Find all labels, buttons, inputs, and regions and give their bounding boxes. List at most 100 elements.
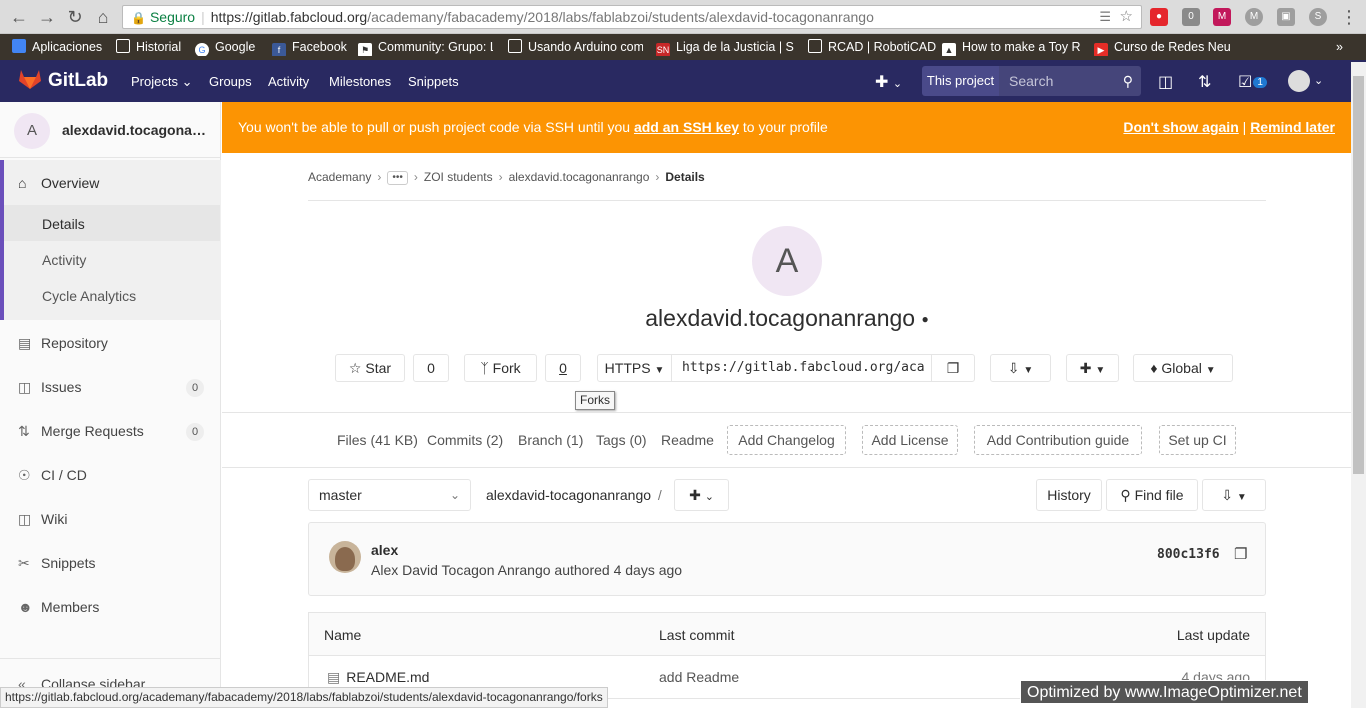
file-link[interactable]: ▤ README.md <box>327 669 429 686</box>
branch-stat-link[interactable]: Branch (1) <box>518 432 583 448</box>
camera-icon[interactable]: ▣ <box>1277 8 1295 26</box>
avatar[interactable] <box>329 541 361 573</box>
bookmark-item[interactable]: G Google <box>195 38 255 56</box>
search-icon: ⚲ <box>1122 73 1133 89</box>
find-file-button[interactable]: ⚲ Find file <box>1106 479 1198 511</box>
address-bar[interactable]: 🔒 Seguro | https://gitlab.fabcloud.org/acad… <box>122 5 1142 29</box>
branch-select[interactable]: master ⌄ <box>308 479 471 511</box>
commit-sha[interactable]: 800c13f6 <box>1157 547 1220 562</box>
user-avatar[interactable] <box>1288 70 1310 92</box>
setup-ci-button[interactable]: Set up CI <box>1159 425 1236 455</box>
add-changelog-button[interactable]: Add Changelog <box>727 425 846 455</box>
search-scope[interactable]: This project <box>922 66 999 96</box>
commits-stat-link[interactable]: Commits (2) <box>427 432 503 448</box>
bookmark-item[interactable]: Historial <box>116 38 181 56</box>
add-contribution-guide-button[interactable]: Add Contribution guide <box>974 425 1142 455</box>
translate-icon[interactable]: ☰ <box>1099 6 1111 28</box>
search-input[interactable]: Search ⚲ <box>999 66 1141 96</box>
mega-icon[interactable]: M <box>1213 8 1231 26</box>
clone-url-input[interactable]: https://gitlab.fabcloud.org/aca <box>671 354 932 382</box>
bookmark-item[interactable]: f Facebook <box>272 38 347 56</box>
file-last-commit[interactable]: add Readme <box>659 669 739 685</box>
sidebar-item-merge-requests[interactable]: ⇅ Merge Requests <box>18 423 144 440</box>
sidebar-item-activity[interactable]: Activity <box>42 252 86 268</box>
reload-icon[interactable]: ↻ <box>64 6 86 28</box>
sidebar-item-wiki[interactable]: ◫ Wiki <box>18 511 67 528</box>
clone-protocol-dropdown[interactable]: HTTPS ▼ <box>597 354 672 382</box>
add-file-dropdown[interactable]: ✚ ⌄ <box>674 479 729 511</box>
merge-icon: ⇅ <box>18 423 30 439</box>
users-icon: ☻ <box>18 599 33 615</box>
sidebar-item-details[interactable]: Details <box>42 216 85 232</box>
menu-icon[interactable]: ⋮ <box>1338 6 1360 28</box>
remind-later-link[interactable]: Remind later <box>1250 119 1335 135</box>
issues-nav-icon[interactable]: ◫ <box>1158 72 1173 92</box>
bookmark-item[interactable]: ▶ Curso de Redes Neur <box>1094 38 1230 56</box>
clipboard-icon[interactable]: ❐ <box>1234 545 1247 563</box>
todos-icon[interactable]: ☑ 1 <box>1238 72 1267 92</box>
download-dropdown[interactable]: ⇩ ▼ <box>990 354 1051 382</box>
gmail-icon[interactable]: M <box>1245 8 1263 26</box>
back-icon[interactable]: ← <box>8 6 30 28</box>
home-icon: ⌂ <box>18 175 27 191</box>
chevron-right-icon: › <box>655 170 660 184</box>
readme-link[interactable]: Readme <box>661 432 714 448</box>
download-dropdown[interactable]: ⇩ ▼ <box>1202 479 1266 511</box>
nav-groups[interactable]: Groups <box>209 74 252 89</box>
chevron-down-icon[interactable]: ⌄ <box>1314 74 1323 87</box>
page-icon <box>508 39 522 53</box>
extension-icon[interactable]: 0 <box>1182 8 1200 26</box>
notification-dropdown[interactable]: ♦ Global ▼ <box>1133 354 1233 382</box>
sidebar-item-snippets[interactable]: ✂ Snippets <box>18 555 95 572</box>
bookmark-item[interactable]: ⚑ Community: Grupo: L <box>358 38 493 56</box>
add-license-button[interactable]: Add License <box>862 425 958 455</box>
bookmark-item[interactable]: SN Liga de la Justicia | Se <box>656 38 794 56</box>
breadcrumb-zoi-students[interactable]: ZOI students <box>424 170 493 184</box>
star-count[interactable]: 0 <box>413 354 449 382</box>
add-ssh-key-link[interactable]: add an SSH key <box>634 119 739 135</box>
history-button[interactable]: History <box>1036 479 1102 511</box>
nav-projects[interactable]: Projects ⌄ <box>131 74 193 90</box>
new-plus-icon[interactable]: ✚ ⌄ <box>875 72 902 92</box>
fork-count[interactable]: 0 <box>545 354 581 382</box>
breadcrumb-academany[interactable]: Academany <box>308 170 371 184</box>
forward-icon[interactable]: → <box>36 6 58 28</box>
sidebar-header[interactable]: A alexdavid.tocagonan... <box>0 102 220 158</box>
sidebar-item-cycle-analytics[interactable]: Cycle Analytics <box>42 288 136 304</box>
nav-snippets[interactable]: Snippets <box>408 74 459 89</box>
scrollbar-thumb[interactable] <box>1353 76 1364 474</box>
bookmark-item[interactable]: Aplicaciones <box>12 38 102 56</box>
sidebar-item-overview[interactable]: ⌂ Overview <box>18 175 99 191</box>
add-dropdown[interactable]: ✚ ▼ <box>1066 354 1119 382</box>
files-stat-link[interactable]: Files (41 KB) <box>337 432 418 448</box>
home-icon[interactable]: ⌂ <box>92 6 114 28</box>
bookmark-item[interactable]: Usando Arduino com <box>508 38 643 56</box>
url-path: /academany/fabacademy/2018/labs/fablabzo… <box>367 9 874 25</box>
commit-author[interactable]: alex <box>371 542 398 558</box>
nav-activity[interactable]: Activity <box>268 74 309 89</box>
tags-stat-link[interactable]: Tags (0) <box>596 432 647 448</box>
more-bookmarks[interactable]: » <box>1336 38 1343 56</box>
sidebar-item-ci-cd[interactable]: ☉ CI / CD <box>18 467 87 484</box>
merge-requests-nav-icon[interactable]: ⇅ <box>1198 72 1211 92</box>
nav-milestones[interactable]: Milestones <box>329 74 391 89</box>
bookmark-item[interactable]: ▲ How to make a Toy R <box>942 38 1082 56</box>
breadcrumb-expand-button[interactable]: ••• <box>387 171 408 185</box>
breadcrumb-project[interactable]: alexdavid.tocagonanrango <box>509 170 650 184</box>
fork-button[interactable]: ᛉ Fork <box>464 354 537 382</box>
copy-url-button[interactable]: ❐ <box>931 354 975 382</box>
bookmark-star-icon[interactable]: ☆ <box>1120 6 1133 28</box>
skype-icon[interactable]: S <box>1309 8 1327 26</box>
sidebar-item-repository[interactable]: ▤ Repository <box>18 335 108 352</box>
apps-icon <box>12 39 26 53</box>
clipboard-icon: ❐ <box>946 360 960 376</box>
bookmark-item[interactable]: RCAD | RobotiCAD <box>808 38 938 56</box>
gitlab-logo[interactable]: GitLab <box>18 68 108 92</box>
avatar-face <box>335 547 355 571</box>
chevron-right-icon: › <box>377 170 382 184</box>
sidebar-item-members[interactable]: ☻ Members <box>18 599 99 615</box>
adblock-icon[interactable]: ● <box>1150 8 1168 26</box>
dont-show-again-link[interactable]: Don't show again <box>1123 119 1238 135</box>
sidebar-item-issues[interactable]: ◫ Issues <box>18 379 81 396</box>
star-button[interactable]: ☆ Star <box>335 354 405 382</box>
